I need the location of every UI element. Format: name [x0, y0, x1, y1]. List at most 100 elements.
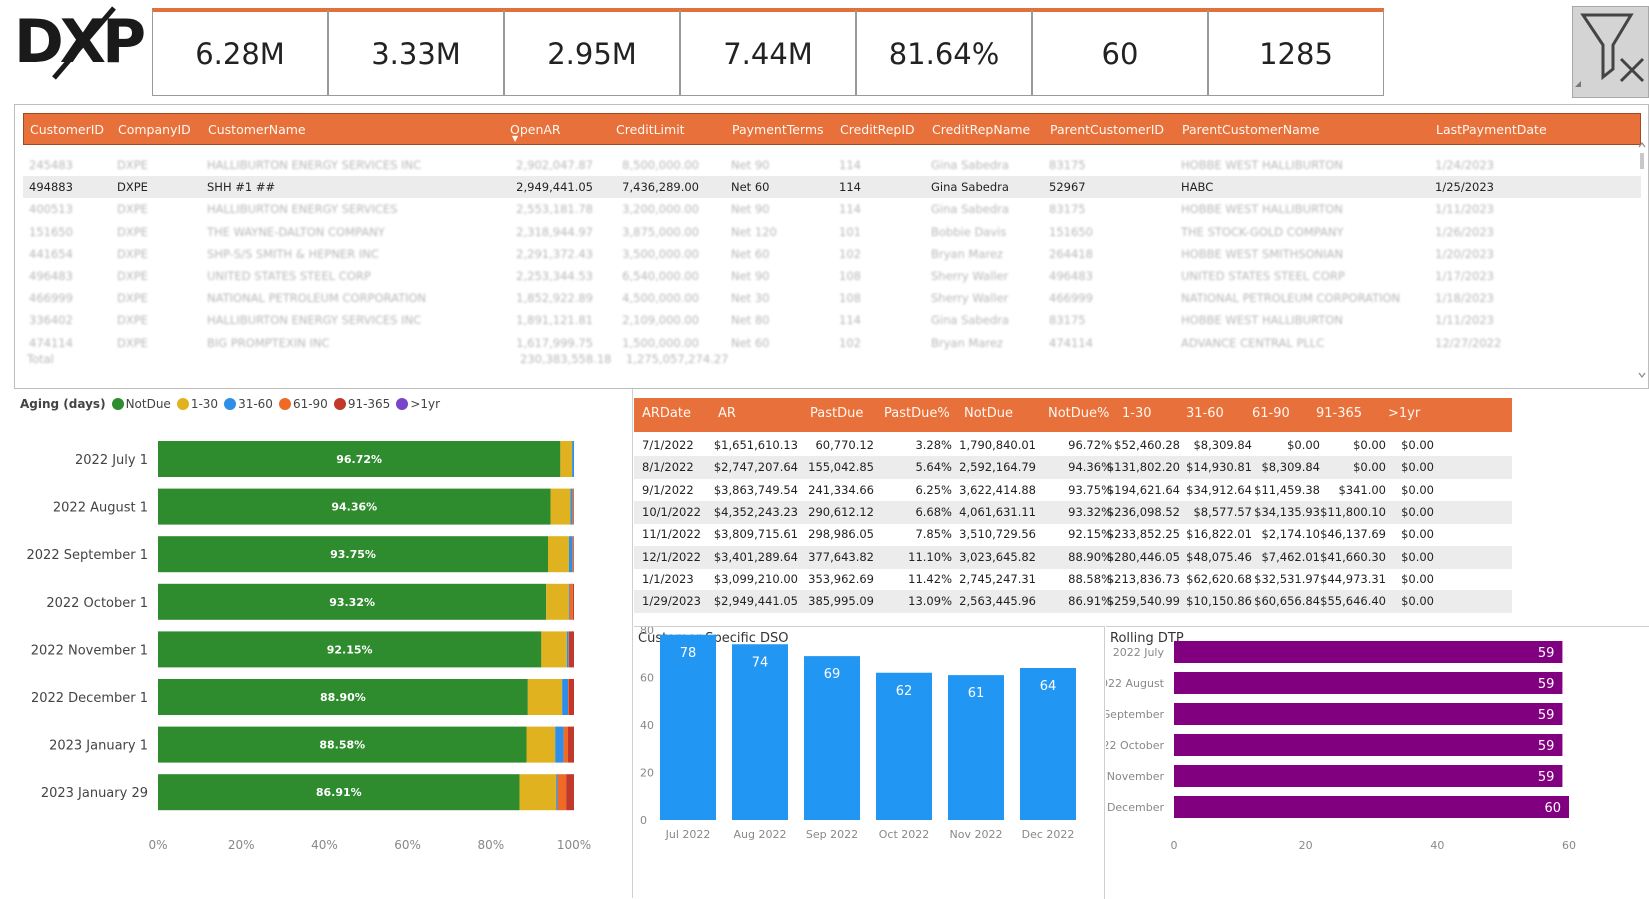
dtp-chart-panel: Rolling DTP 2022 July592022 August592022… [1106, 626, 1649, 899]
dtp-bar[interactable] [1174, 734, 1562, 756]
column-header[interactable]: CompanyID [118, 122, 191, 137]
table-row[interactable]: 441654DXPESHP-S/S SMITH & HEPNER INC2,29… [23, 243, 1641, 265]
table-row[interactable]: 466999DXPENATIONAL PETROLEUM CORPORATION… [23, 287, 1641, 309]
dtp-bar[interactable] [1174, 796, 1569, 818]
column-header[interactable]: NotDue% [1048, 406, 1109, 421]
bar-segment[interactable] [541, 631, 567, 667]
table-row[interactable]: 7/1/2022$1,651,610.1360,770.123.28%1,790… [634, 434, 1512, 457]
table-cell: 2,902,047.87 [516, 158, 593, 172]
bar-segment[interactable] [569, 679, 574, 715]
table-row[interactable]: 400513DXPEHALLIBURTON ENERGY SERVICES2,5… [23, 198, 1641, 220]
bar-segment[interactable] [562, 679, 568, 715]
clear-filters-button[interactable] [1572, 6, 1649, 98]
bar-segment[interactable] [567, 631, 569, 667]
column-header[interactable]: CreditRepName [932, 122, 1030, 137]
bar-segment[interactable] [526, 727, 555, 763]
table-row[interactable]: 494883DXPESHH #1 ##2,949,441.057,436,289… [23, 176, 1641, 198]
dso-bar[interactable] [732, 644, 788, 820]
table-cell: $0.00 [1353, 438, 1386, 452]
table-row[interactable]: 8/1/2022$2,747,207.64155,042.855.64%2,59… [634, 456, 1512, 479]
bar-segment[interactable] [551, 489, 571, 525]
table-cell: 93.75% [1068, 483, 1112, 497]
bar-segment[interactable] [573, 584, 574, 620]
dtp-bar[interactable] [1174, 765, 1562, 787]
column-header[interactable]: AR [718, 406, 736, 421]
table-cell: $34,135.93 [1254, 505, 1320, 519]
bar-segment[interactable] [572, 441, 574, 477]
bar-segment[interactable] [555, 727, 563, 763]
bar-segment[interactable] [564, 727, 568, 763]
column-header[interactable]: LastPaymentDate [1436, 122, 1547, 137]
table-scrollbar[interactable] [1638, 141, 1646, 381]
dtp-bar[interactable] [1174, 672, 1562, 694]
data-label: 60 [1544, 801, 1561, 816]
bar-segment[interactable] [570, 584, 573, 620]
bar-segment[interactable] [566, 774, 574, 810]
y-tick-label: 2022 August [1106, 677, 1165, 690]
data-label: 92.15% [327, 643, 373, 656]
table-row[interactable]: 10/1/2022$4,352,243.23290,612.126.68%4,0… [634, 501, 1512, 524]
table-cell: 1/26/2023 [1435, 225, 1494, 239]
table-cell: 114 [839, 158, 861, 172]
bar-segment[interactable] [568, 727, 574, 763]
bar-segment[interactable] [558, 774, 567, 810]
bar-segment[interactable] [568, 679, 569, 715]
bar-segment[interactable] [546, 584, 569, 620]
x-tick-label: Oct 2022 [879, 828, 930, 841]
table-row[interactable]: 1/29/2023$2,949,441.05385,995.0913.09%2,… [634, 590, 1512, 613]
table-header: CustomerIDCompanyIDCustomerNameOpenARCre… [23, 113, 1641, 145]
column-header[interactable]: PastDue [810, 406, 863, 421]
table-row[interactable]: 496483DXPEUNITED STATES STEEL CORP2,253,… [23, 265, 1641, 287]
bar-segment[interactable] [569, 536, 573, 572]
data-label: 59 [1538, 770, 1555, 785]
column-header[interactable]: CustomerID [30, 122, 104, 137]
column-header[interactable]: ParentCustomerName [1182, 122, 1320, 137]
table-row[interactable]: 1/1/2023$3,099,210.00353,962.6911.42%2,7… [634, 568, 1512, 591]
bar-segment[interactable] [556, 774, 557, 810]
column-header[interactable]: 31-60 [1186, 406, 1224, 421]
dso-bar[interactable] [660, 635, 716, 820]
table-cell: 3,200,000.00 [622, 202, 699, 216]
data-label: 78 [680, 646, 697, 661]
column-header[interactable]: CreditRepID [840, 122, 915, 137]
table-cell: 102 [839, 247, 861, 261]
column-header[interactable]: >1yr [1388, 406, 1420, 421]
table-row[interactable]: 9/1/2022$3,863,749.54241,334.666.25%3,62… [634, 479, 1512, 502]
column-header[interactable]: CustomerName [208, 122, 306, 137]
table-cell: $280,446.05 [1107, 550, 1180, 564]
table-row[interactable]: 12/1/2022$3,401,289.64377,643.8211.10%3,… [634, 546, 1512, 569]
column-header[interactable]: ParentCustomerID [1050, 122, 1164, 137]
dtp-bar[interactable] [1174, 703, 1562, 725]
bar-segment[interactable] [528, 679, 562, 715]
column-header[interactable]: PaymentTerms [732, 122, 824, 137]
table-row[interactable]: 245483DXPEHALLIBURTON ENERGY SERVICES IN… [23, 154, 1641, 176]
dtp-bar[interactable] [1174, 641, 1562, 663]
column-header[interactable]: 1-30 [1122, 406, 1152, 421]
table-cell: 400513 [29, 202, 73, 216]
column-header[interactable]: ARDate [642, 406, 691, 421]
column-header[interactable]: CreditLimit [616, 122, 685, 137]
table-row[interactable]: 151650DXPETHE WAYNE-DALTON COMPANY2,318,… [23, 221, 1641, 243]
table-cell: 1/24/2023 [1435, 158, 1494, 172]
column-header[interactable]: NotDue [964, 406, 1013, 421]
table-cell: 466999 [29, 291, 73, 305]
kpi-strip: 6.28M 3.33M 2.95M 7.44M 81.64% 60 1285 [152, 8, 1384, 96]
x-tick-label: 100% [557, 838, 591, 852]
y-tick-label: 2022 November 1 [31, 643, 148, 658]
bar-segment[interactable] [569, 584, 570, 620]
data-label: 61 [968, 686, 985, 701]
bar-segment[interactable] [569, 631, 574, 667]
column-header[interactable]: PastDue% [884, 406, 950, 421]
table-row[interactable]: 11/1/2022$3,809,715.61298,986.057.85%3,5… [634, 523, 1512, 546]
bar-segment[interactable] [571, 489, 573, 525]
table-row[interactable]: 336402DXPEHALLIBURTON ENERGY SERVICES IN… [23, 309, 1641, 331]
bar-segment[interactable] [520, 774, 557, 810]
bar-segment[interactable] [548, 536, 569, 572]
bar-segment[interactable] [560, 441, 572, 477]
bar-segment[interactable] [573, 536, 574, 572]
dtp-chart: 2022 July592022 August592022 September59… [1106, 627, 1649, 899]
column-header[interactable]: 91-365 [1316, 406, 1362, 421]
bar-segment[interactable] [573, 489, 574, 525]
column-header[interactable]: 61-90 [1252, 406, 1290, 421]
y-tick-label: 2022 September [1106, 708, 1164, 721]
